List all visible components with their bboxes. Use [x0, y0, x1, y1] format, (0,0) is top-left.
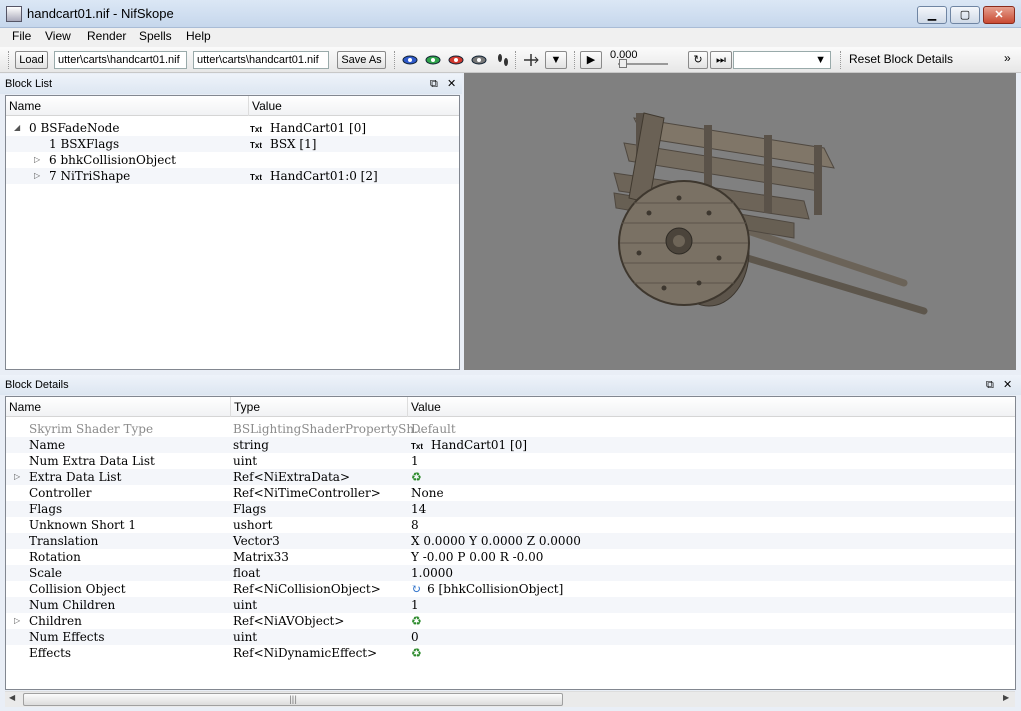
block-list-tree[interactable]: Name Value ◢ 0 BSFadeNode Txt HandCart01 … — [5, 95, 460, 370]
block-details-header: Name Type Value — [6, 397, 1015, 417]
scroll-left-icon[interactable]: ◀ — [9, 693, 15, 702]
link-array-icon[interactable]: ♻ — [411, 645, 422, 661]
expand-arrow-icon[interactable]: ▷ — [14, 613, 20, 629]
table-row[interactable]: Num Effects uint 0 — [6, 629, 1015, 645]
link-array-icon[interactable]: ♻ — [411, 613, 422, 629]
toolbar-grip[interactable] — [394, 51, 397, 69]
txt-icon: Txt — [250, 173, 262, 182]
loop-button[interactable]: ↻ — [688, 51, 708, 69]
eye-red-icon[interactable] — [448, 53, 464, 67]
app-icon — [6, 6, 22, 22]
eye-green-icon[interactable] — [425, 53, 441, 67]
table-row[interactable]: Name string Txt HandCart01 [0] — [6, 437, 1015, 453]
list-item[interactable]: ▷ 6 bhkCollisionObject — [6, 152, 459, 168]
table-row[interactable]: ▷ Extra Data List Ref<NiExtraData> ♻ — [6, 469, 1015, 485]
table-row[interactable]: Translation Vector3 X 0.0000 Y 0.0000 Z … — [6, 533, 1015, 549]
column-name[interactable]: Name — [6, 397, 41, 417]
block-details-title: Block Details — [5, 379, 69, 391]
list-item[interactable]: ◢ 0 BSFadeNode Txt HandCart01 [0] — [6, 120, 459, 136]
maximize-button[interactable]: ▢ — [950, 6, 980, 24]
block-list-header: Name Value — [6, 96, 459, 116]
expand-arrow-icon[interactable]: ▷ — [34, 168, 40, 184]
float-icon[interactable]: ⧉ — [430, 74, 438, 94]
column-type[interactable]: Type — [230, 397, 260, 417]
footprints-icon[interactable] — [495, 53, 511, 67]
load-path-input[interactable]: utter\carts\handcart01.nif — [54, 51, 187, 69]
reset-block-details-button[interactable]: Reset Block Details — [849, 52, 953, 66]
handcart-model — [613, 112, 928, 315]
time-slider-handle[interactable] — [619, 59, 627, 68]
scroll-right-icon[interactable]: ▶ — [1003, 693, 1009, 702]
list-item[interactable]: 1 BSXFlags Txt BSX [1] — [6, 136, 459, 152]
eye-blue-icon[interactable] — [402, 53, 418, 67]
expand-arrow-icon[interactable]: ▷ — [34, 152, 40, 168]
txt-icon: Txt — [411, 442, 423, 451]
table-row[interactable]: Collision Object Ref<NiCollisionObject> … — [6, 581, 1015, 597]
expand-arrow-icon[interactable]: ▷ — [14, 469, 20, 485]
close-button[interactable]: ✕ — [983, 6, 1015, 24]
table-row[interactable]: Num Extra Data List uint 1 — [6, 453, 1015, 469]
column-name[interactable]: Name — [6, 96, 41, 116]
table-row[interactable]: Controller Ref<NiTimeController> None — [6, 485, 1015, 501]
table-row[interactable]: Skyrim Shader Type BSLightingShaderPrope… — [6, 421, 1015, 437]
table-row[interactable]: Num Children uint 1 — [6, 597, 1015, 613]
title-bar: handcart01.nif - NifSkope ▁ ▢ ✕ — [0, 0, 1021, 28]
horizontal-scrollbar[interactable]: ◀ ||| ▶ — [5, 691, 1015, 707]
link-icon[interactable]: ↻ — [411, 582, 421, 596]
column-value[interactable]: Value — [248, 96, 282, 116]
block-details-table[interactable]: Name Type Value Skyrim Shader Type BSLig… — [5, 396, 1016, 690]
scrollbar-thumb[interactable]: ||| — [23, 693, 563, 706]
menu-render[interactable]: Render — [87, 29, 126, 43]
block-list-title: Block List — [5, 78, 53, 90]
eye-gray-icon[interactable] — [471, 53, 487, 67]
table-row[interactable]: Effects Ref<NiDynamicEffect> ♻ — [6, 645, 1015, 661]
toolbar-overflow-icon[interactable]: » — [1004, 51, 1011, 65]
block-details-dock-title: Block Details ⧉ ✕ — [0, 375, 1021, 395]
table-row[interactable]: Scale float 1.0000 — [6, 565, 1015, 581]
save-as-button[interactable]: Save As — [337, 51, 386, 69]
animation-select[interactable]: ▼ — [733, 51, 831, 69]
toolbar-grip[interactable] — [8, 51, 11, 69]
step-button[interactable]: ⏭ — [710, 51, 732, 69]
table-row[interactable]: Flags Flags 14 — [6, 501, 1015, 517]
toolbar: Load utter\carts\handcart01.nif utter\ca… — [0, 47, 1021, 73]
toolbar-grip[interactable] — [515, 51, 518, 69]
float-icon[interactable]: ⧉ — [986, 375, 994, 395]
block-list-dock-title: Block List ⧉ ✕ — [0, 74, 462, 94]
toolbar-grip[interactable] — [574, 51, 577, 69]
menu-help[interactable]: Help — [186, 29, 211, 43]
play-button[interactable]: ▶ — [580, 51, 602, 69]
menu-bar: File View Render Spells Help — [0, 28, 1021, 47]
view-dropdown-button[interactable]: ▼ — [545, 51, 567, 69]
toolbar-grip[interactable] — [840, 51, 843, 69]
table-row[interactable]: Unknown Short 1 ushort 8 — [6, 517, 1015, 533]
txt-icon: Txt — [250, 141, 262, 150]
table-row[interactable]: ▷ Children Ref<NiAVObject> ♻ — [6, 613, 1015, 629]
txt-icon: Txt — [250, 125, 262, 134]
collapse-arrow-icon[interactable]: ◢ — [14, 120, 20, 136]
close-dock-icon[interactable]: ✕ — [447, 74, 456, 94]
close-dock-icon[interactable]: ✕ — [1003, 375, 1012, 395]
menu-file[interactable]: File — [12, 29, 31, 43]
column-value[interactable]: Value — [407, 397, 441, 417]
render-viewport[interactable] — [464, 73, 1016, 370]
link-array-icon[interactable]: ♻ — [411, 469, 422, 485]
load-button[interactable]: Load — [15, 51, 48, 69]
save-path-input[interactable]: utter\carts\handcart01.nif — [193, 51, 329, 69]
window-title: handcart01.nif - NifSkope — [27, 6, 174, 21]
minimize-button[interactable]: ▁ — [917, 6, 947, 24]
table-row[interactable]: Rotation Matrix33 Y -0.00 P 0.00 R -0.00 — [6, 549, 1015, 565]
axis-move-icon[interactable] — [523, 53, 539, 67]
list-item[interactable]: ▷ 7 NiTriShape Txt HandCart01:0 [2] — [6, 168, 459, 184]
menu-view[interactable]: View — [45, 29, 71, 43]
menu-spells[interactable]: Spells — [139, 29, 172, 43]
